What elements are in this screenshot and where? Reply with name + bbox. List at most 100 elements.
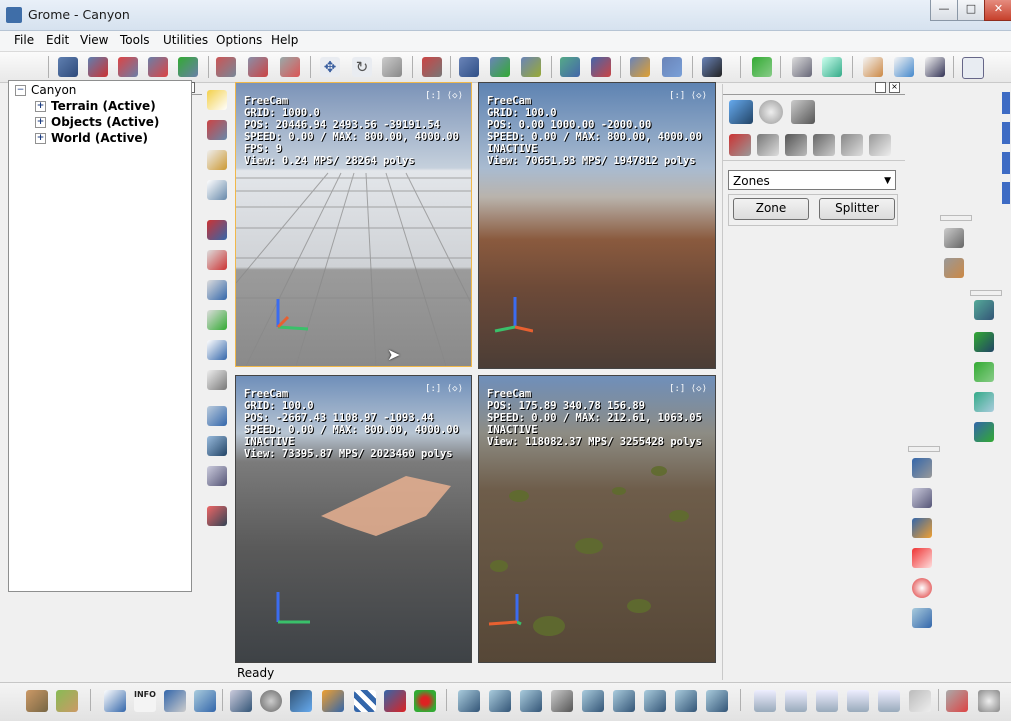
tree-root[interactable]: − Canyon xyxy=(15,82,76,98)
transfer-icon[interactable] xyxy=(558,55,582,79)
page-icon[interactable] xyxy=(861,55,885,79)
group-icon[interactable] xyxy=(628,55,652,79)
mountain4-icon[interactable] xyxy=(845,688,871,714)
mountain-icon[interactable] xyxy=(752,688,778,714)
sculpt4-icon[interactable] xyxy=(549,688,575,714)
expand-icon[interactable]: + xyxy=(35,101,46,112)
eraser-icon[interactable] xyxy=(278,55,302,79)
mountain2-icon[interactable] xyxy=(783,688,809,714)
eraser-tool-icon[interactable] xyxy=(942,256,966,280)
book-icon[interactable] xyxy=(205,148,229,172)
viewport-controls[interactable]: [:] ⟨◇⟩ xyxy=(669,91,707,101)
chain-add-icon[interactable] xyxy=(488,55,512,79)
grid-tool-icon[interactable] xyxy=(205,404,229,428)
paint-tool-icon[interactable] xyxy=(727,98,755,126)
monitor-icon[interactable] xyxy=(205,434,229,458)
bucket-icon[interactable] xyxy=(942,226,966,250)
expand-icon[interactable]: + xyxy=(35,133,46,144)
road-tool-icon[interactable] xyxy=(205,118,229,142)
zone-button[interactable]: Zone xyxy=(733,198,809,220)
tree-item-world[interactable]: + World (Active) xyxy=(35,130,148,146)
sculpt2-icon[interactable] xyxy=(487,688,513,714)
noise-icon[interactable] xyxy=(907,688,933,714)
tree-item-terrain[interactable]: + Terrain (Active) xyxy=(35,98,156,114)
paint-brush-icon[interactable] xyxy=(910,456,934,480)
paint-layer-icon[interactable] xyxy=(205,218,229,242)
export-icon[interactable] xyxy=(972,420,996,444)
sculpt-icon[interactable] xyxy=(456,688,482,714)
blue-tab2-icon[interactable] xyxy=(1002,122,1011,146)
sun-icon[interactable] xyxy=(205,88,229,112)
magnet-icon[interactable] xyxy=(205,504,229,528)
ungroup-icon[interactable] xyxy=(660,55,684,79)
mask-face-icon[interactable] xyxy=(976,688,1002,714)
doc-select-icon[interactable] xyxy=(820,55,844,79)
move-icon[interactable]: ✥ xyxy=(318,55,342,79)
road-edit-icon[interactable] xyxy=(146,55,170,79)
doc-icon[interactable] xyxy=(205,178,229,202)
grass-icon[interactable] xyxy=(839,132,865,158)
pencil-icon[interactable] xyxy=(811,132,837,158)
viewport-controls[interactable]: [:] ⟨◇⟩ xyxy=(425,91,463,101)
menu-utilities[interactable]: Utilities xyxy=(163,33,208,47)
scale-icon[interactable] xyxy=(380,55,404,79)
info-icon[interactable]: INFO xyxy=(132,688,158,714)
paint-bucket-icon[interactable] xyxy=(246,55,270,79)
expand-icon[interactable]: + xyxy=(35,117,46,128)
menu-view[interactable]: View xyxy=(80,33,108,47)
sculpt7-icon[interactable] xyxy=(642,688,668,714)
spline-delete-icon[interactable] xyxy=(86,55,110,79)
menu-tools[interactable]: Tools xyxy=(120,33,150,47)
mountain3-icon[interactable] xyxy=(814,688,840,714)
blue-tab1-icon[interactable] xyxy=(1002,92,1011,116)
rect-icon[interactable] xyxy=(382,688,408,714)
page-edit-icon[interactable] xyxy=(923,55,947,79)
viewport-controls[interactable]: [:] ⟨◇⟩ xyxy=(425,384,463,394)
tree-item-objects[interactable]: + Objects (Active) xyxy=(35,114,159,130)
globe-icon[interactable] xyxy=(757,98,785,126)
pen-tool-icon[interactable] xyxy=(972,298,996,322)
maximize-button[interactable]: □ xyxy=(957,0,985,21)
water-icon[interactable] xyxy=(192,688,218,714)
mountain-tool-icon[interactable] xyxy=(972,390,996,414)
splitter-button[interactable]: Splitter xyxy=(819,198,895,220)
doc-view-icon[interactable] xyxy=(790,55,814,79)
mountain5-icon[interactable] xyxy=(876,688,902,714)
chain-remove-icon[interactable] xyxy=(519,55,543,79)
zones-select[interactable]: Zones ▼ xyxy=(728,170,896,190)
plugin-icon[interactable] xyxy=(205,368,229,392)
viewport-top-left[interactable]: FreeCam GRID: 1000.0 POS: 20446.94 2493.… xyxy=(235,82,472,367)
height-icon[interactable] xyxy=(102,688,128,714)
dock-icon[interactable] xyxy=(875,82,886,93)
viewport-bottom-right[interactable]: FreeCam POS: 175.89 340.78 156.89 SPEED:… xyxy=(478,375,716,663)
sculpt5-icon[interactable] xyxy=(580,688,606,714)
disc-icon[interactable] xyxy=(258,688,284,714)
flower-icon[interactable] xyxy=(910,576,934,600)
save-icon[interactable] xyxy=(700,55,724,79)
checklist-icon[interactable] xyxy=(176,55,200,79)
viewport-bottom-left[interactable]: FreeCam GRID: 100.0 POS: -2667.43 1108.9… xyxy=(235,375,472,663)
minimize-button[interactable]: — xyxy=(930,0,958,21)
sculpt8-icon[interactable] xyxy=(673,688,699,714)
brush-red-icon[interactable] xyxy=(727,132,753,158)
menu-file[interactable]: File xyxy=(14,33,34,47)
road-icon[interactable] xyxy=(116,55,140,79)
tools-icon[interactable] xyxy=(944,688,970,714)
paint-icon[interactable] xyxy=(783,132,809,158)
mask-icon[interactable] xyxy=(205,308,229,332)
blue-tab4-icon[interactable] xyxy=(1002,182,1011,206)
checker-icon[interactable] xyxy=(352,688,378,714)
collapse-icon[interactable]: − xyxy=(15,85,26,96)
swap-icon[interactable] xyxy=(589,55,613,79)
terrain-layer-icon[interactable] xyxy=(24,688,50,714)
globe-tool-icon[interactable] xyxy=(320,688,346,714)
vertex-icon[interactable] xyxy=(755,132,781,158)
cube-icon[interactable] xyxy=(288,688,314,714)
stamp-icon[interactable] xyxy=(910,486,934,510)
sculpt6-icon[interactable] xyxy=(611,688,637,714)
page-list-icon[interactable] xyxy=(892,55,916,79)
chain-icon[interactable] xyxy=(457,55,481,79)
import-icon[interactable] xyxy=(972,360,996,384)
menu-options[interactable]: Options xyxy=(216,33,262,47)
ground-icon[interactable] xyxy=(867,132,893,158)
